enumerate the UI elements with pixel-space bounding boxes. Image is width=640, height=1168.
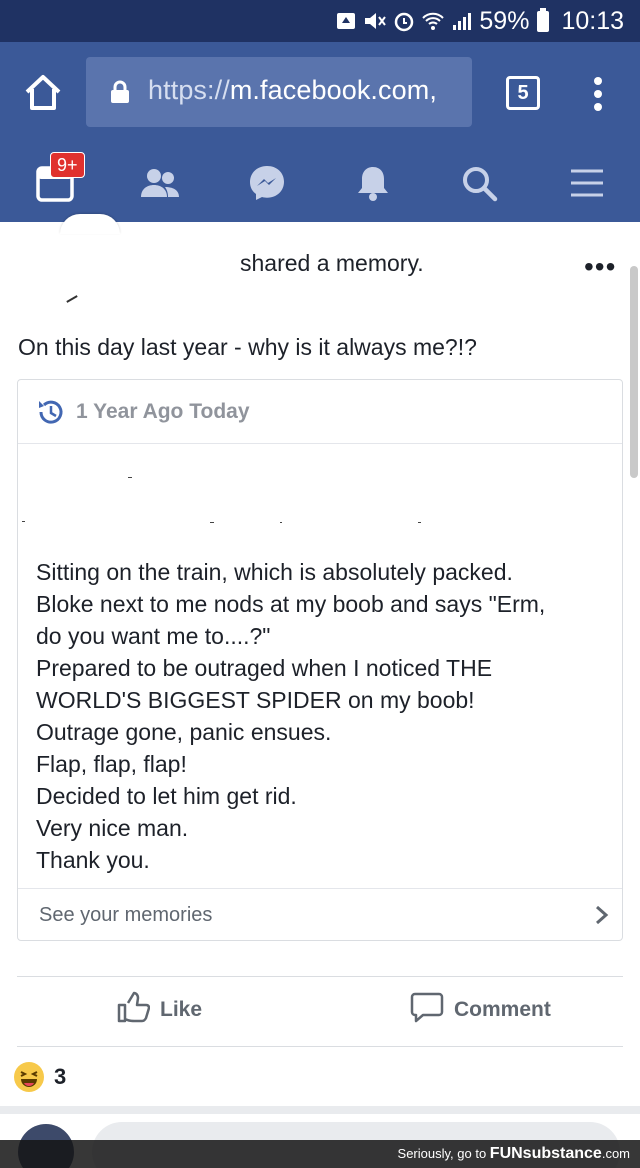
memory-header: 1 Year Ago Today: [18, 380, 622, 444]
memory-line: Decided to let him get rid.: [36, 783, 297, 809]
comment-label: Comment: [454, 998, 551, 1021]
post-caption: On this day last year - why is it always…: [18, 334, 477, 360]
mute-icon: [363, 10, 387, 32]
watermark-prefix: Seriously, go to: [397, 1146, 487, 1161]
home-icon[interactable]: [22, 72, 64, 114]
memory-line: Prepared to be outraged when I noticed T…: [36, 655, 493, 681]
lock-icon: [110, 80, 130, 104]
wifi-icon: [421, 10, 445, 32]
post-options-icon[interactable]: •••: [584, 253, 616, 281]
tab-switcher-button[interactable]: 5: [506, 76, 540, 110]
watermark: Seriously, go to FUNsubstance.com: [0, 1140, 640, 1168]
watermark-suffix: .com: [601, 1146, 630, 1161]
menu-dots-icon[interactable]: [588, 76, 608, 112]
memory-line: Very nice man.: [36, 815, 189, 841]
hamburger-icon[interactable]: [562, 160, 612, 206]
url-text: https://m.facebook.com,: [148, 75, 437, 106]
timestamp-mark: [66, 295, 78, 303]
notification-badge: 9+: [50, 152, 85, 178]
comment-button[interactable]: Comment: [410, 990, 551, 1030]
memory-line: Bloke next to me nods at my boob and say…: [36, 591, 546, 617]
memory-line: Outrage gone, panic ensues.: [36, 719, 332, 745]
divider: [17, 1046, 623, 1047]
like-button[interactable]: Like: [116, 990, 202, 1030]
reaction-count: 3: [54, 1064, 67, 1089]
url-host: m.facebook.com,: [229, 75, 437, 105]
chevron-right-icon: [594, 905, 610, 925]
see-memories-link[interactable]: See your memories: [18, 888, 622, 940]
thumbs-up-icon: [116, 990, 151, 1030]
search-icon[interactable]: [454, 160, 504, 206]
post: shared a memory. ••• On this day last ye…: [0, 214, 640, 1168]
laughing-emoji-icon: [14, 1062, 44, 1092]
memory-line: Flap, flap, flap!: [36, 751, 187, 777]
separator-band: [0, 1106, 640, 1114]
browser-toolbar: https://m.facebook.com, 5: [0, 42, 640, 144]
alarm-icon: [393, 10, 415, 32]
memory-card[interactable]: 1 Year Ago Today Sitting on the train, w…: [17, 379, 623, 941]
battery-percent: 59%: [479, 6, 530, 35]
notification-icon: [335, 10, 357, 32]
memory-title: 1 Year Ago Today: [76, 400, 250, 423]
see-memories-label: See your memories: [39, 904, 213, 926]
memory-line: WORLD'S BIGGEST SPIDER on my boob!: [36, 687, 475, 713]
divider: [17, 976, 623, 977]
facebook-nav-bar: 9+: [0, 144, 640, 222]
status-bar: 59% 10:13: [0, 0, 640, 42]
memory-line: do you want me to....?": [36, 623, 271, 649]
url-bar[interactable]: https://m.facebook.com,: [86, 57, 472, 127]
like-label: Like: [160, 998, 203, 1021]
friends-icon[interactable]: [135, 160, 185, 206]
reactions-summary[interactable]: 3: [14, 1062, 66, 1092]
redaction-mark: [210, 522, 214, 523]
battery-icon: [537, 7, 550, 32]
redaction-mark: [128, 477, 132, 478]
scrollbar[interactable]: [630, 266, 638, 478]
signal-icon: [451, 10, 473, 32]
redaction-mark: [22, 521, 25, 522]
memory-line: Thank you.: [36, 847, 150, 873]
memory-line: Sitting on the train, which is absolutel…: [36, 559, 513, 585]
memory-text: Sitting on the train, which is absolutel…: [36, 556, 606, 876]
comment-icon: [410, 990, 444, 1030]
watermark-brand: FUNsubstance: [489, 1145, 602, 1162]
post-header-text: shared a memory.: [240, 250, 424, 276]
bell-icon[interactable]: [348, 160, 398, 206]
history-icon: [36, 397, 66, 427]
avatar: [60, 214, 120, 234]
clock: 10:13: [561, 6, 624, 35]
url-scheme: https://: [148, 75, 230, 105]
redaction-mark: [418, 522, 421, 523]
redaction-mark: [280, 522, 282, 523]
messenger-icon[interactable]: [242, 160, 292, 206]
